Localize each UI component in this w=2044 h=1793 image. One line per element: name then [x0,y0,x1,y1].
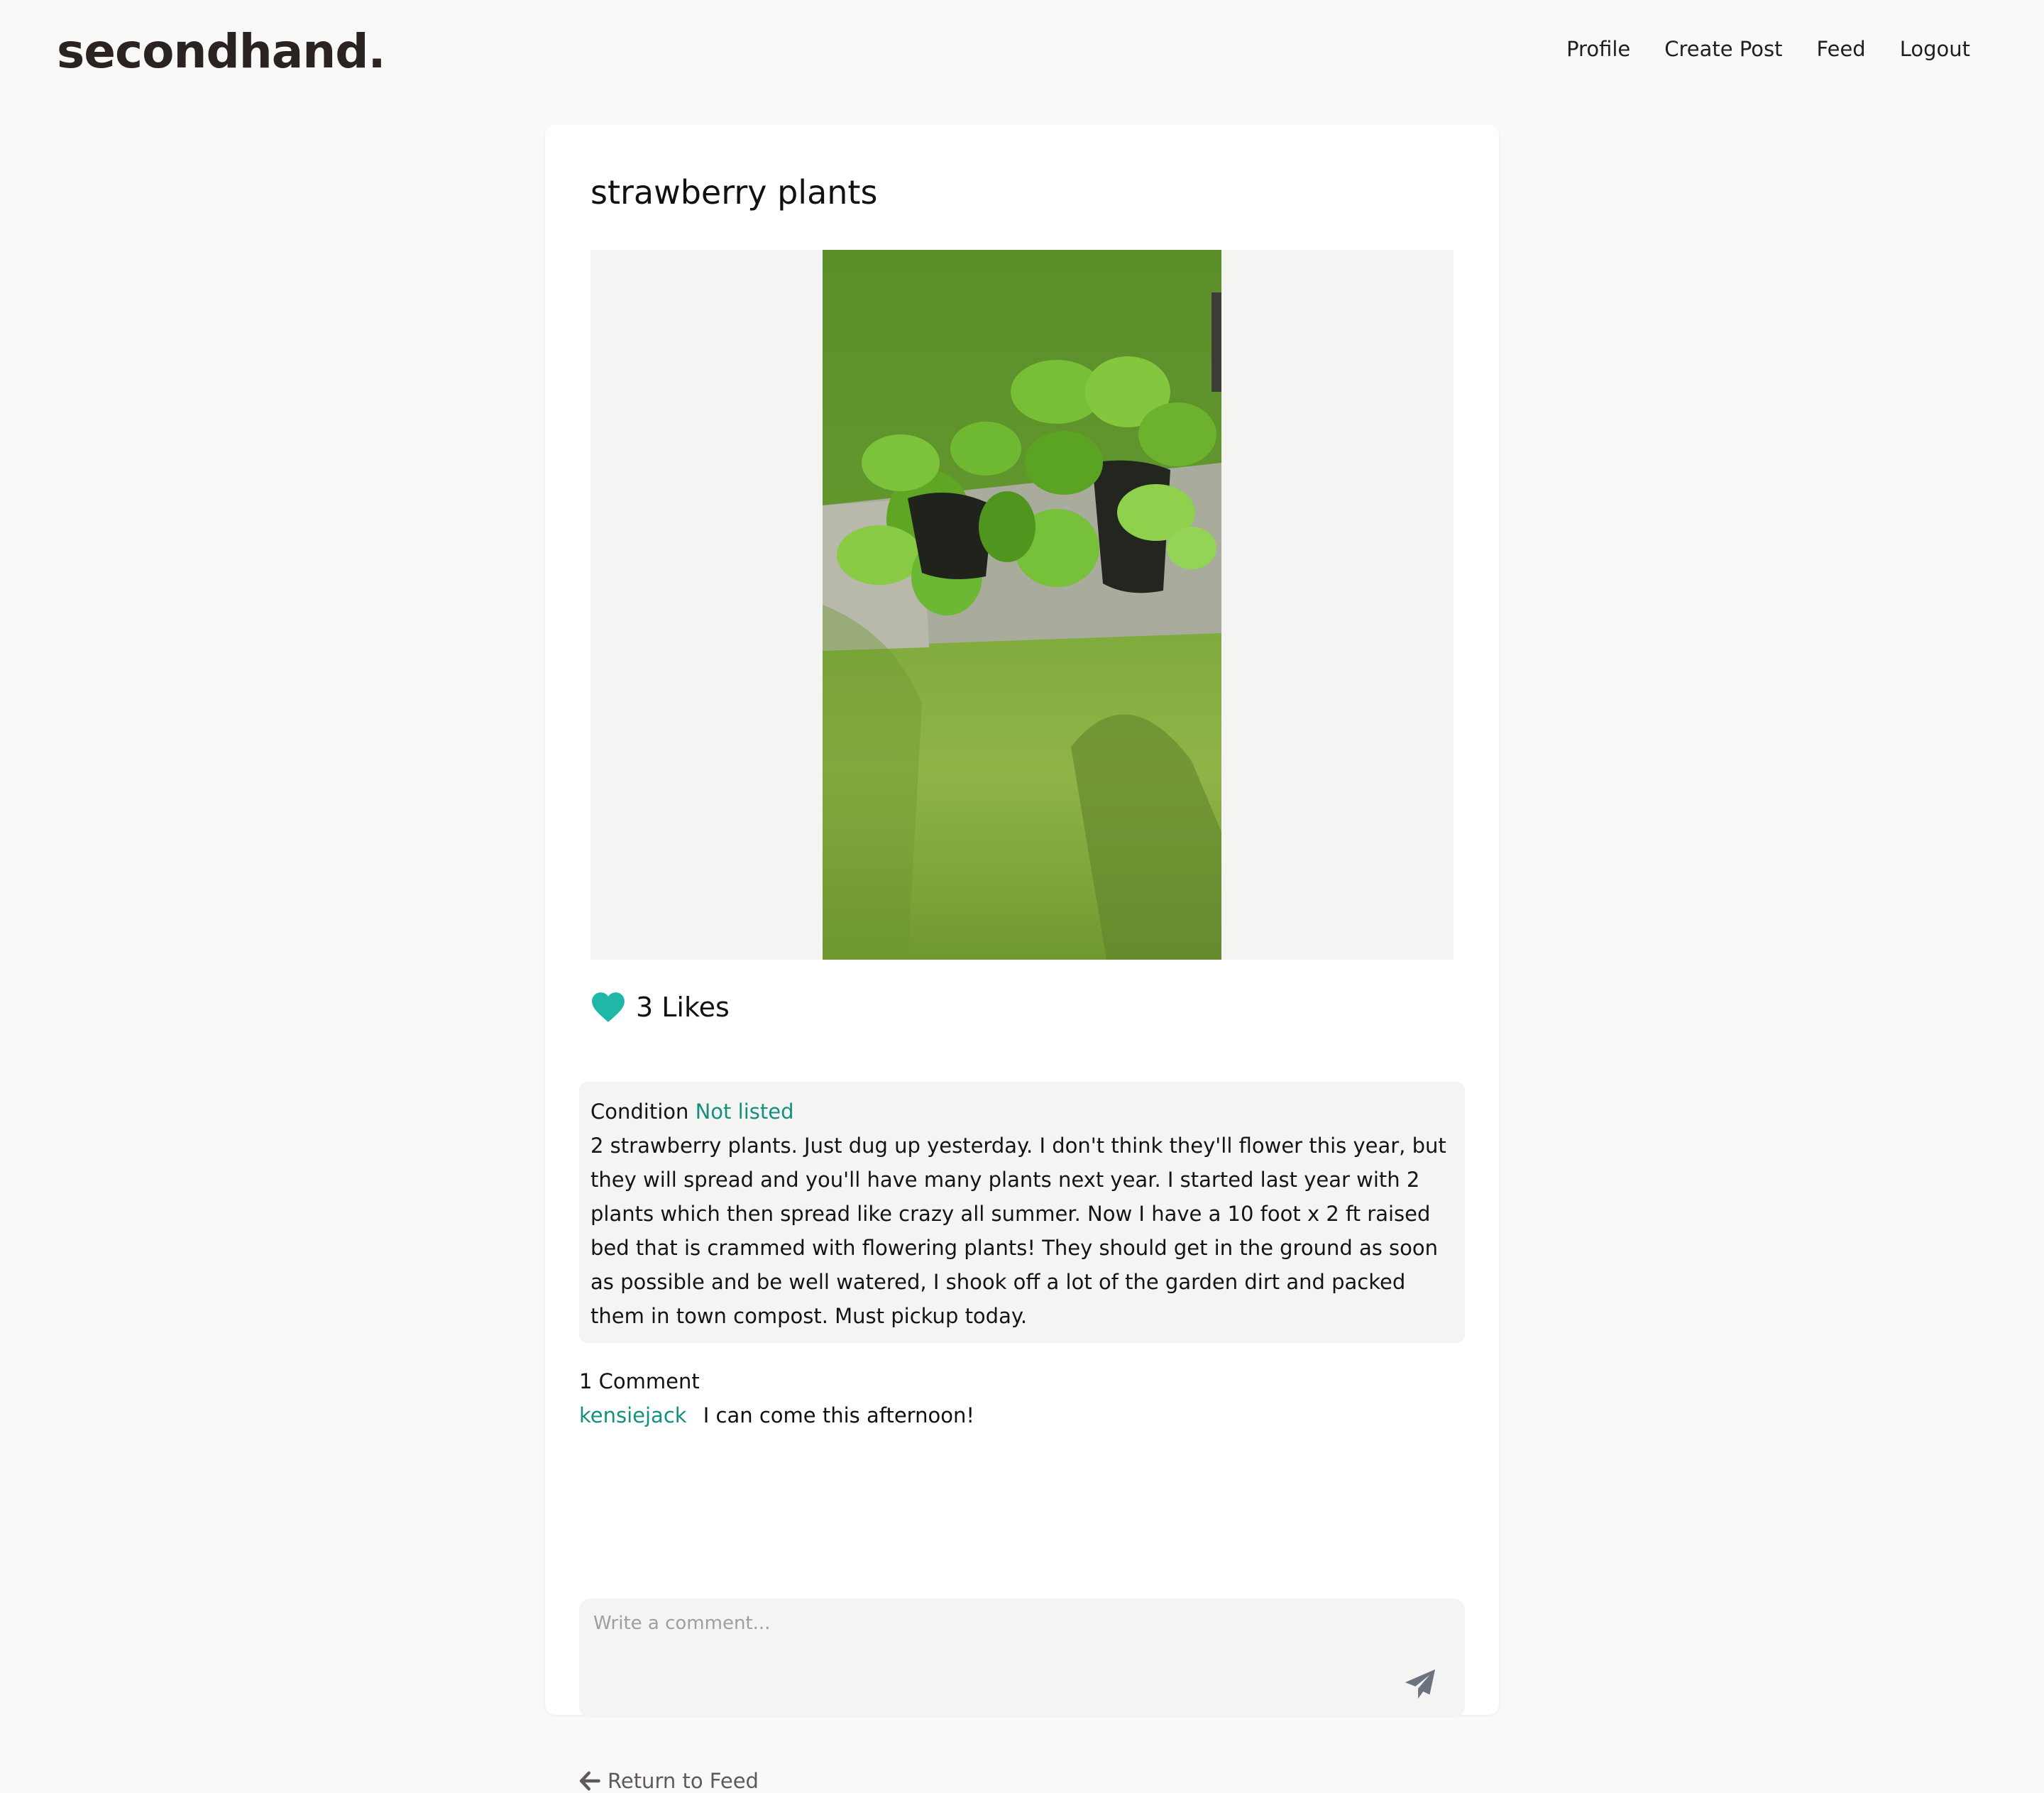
return-to-feed-label: Return to Feed [608,1769,759,1793]
heart-icon[interactable] [590,991,626,1024]
comment-count: 1 Comment [579,1369,700,1393]
post-details: Condition Not listed 2 strawberry plants… [579,1082,1465,1343]
condition-label: Condition [590,1100,689,1124]
nav-create-post[interactable]: Create Post [1664,37,1782,61]
comment-form [579,1599,1465,1718]
likes-row: 3 Likes [590,991,730,1024]
site-header: secondhand. Profile Create Post Feed Log… [0,0,2044,106]
post-image-frame [590,250,1454,960]
site-logo[interactable]: secondhand. [57,28,386,75]
comment-item: kensiejack I can come this afternoon! [579,1398,1465,1432]
condition-value: Not listed [695,1100,794,1124]
comment-username[interactable]: kensiejack [579,1403,687,1427]
nav-logout[interactable]: Logout [1900,37,1970,61]
nav-feed[interactable]: Feed [1817,37,1866,61]
comments-section: 1 Comment kensiejack I can come this aft… [579,1364,1465,1432]
likes-count: 3 Likes [636,992,730,1023]
comment-text: I can come this afternoon! [703,1403,974,1427]
paper-plane-icon[interactable] [1404,1668,1436,1701]
post-description: 2 strawberry plants. Just dug up yesterd… [590,1134,1446,1328]
arrow-left-icon [579,1771,600,1791]
condition-row: Condition Not listed [590,1095,1454,1129]
nav-profile[interactable]: Profile [1566,37,1630,61]
post-card: strawberry plants 3 Likes Condition Not … [545,125,1499,1793]
comment-input[interactable] [579,1599,1465,1718]
return-to-feed-link[interactable]: Return to Feed [579,1769,759,1793]
main-nav: Profile Create Post Feed Logout [1566,37,1970,61]
post-photo [823,250,1221,960]
post-title: strawberry plants [590,173,878,212]
